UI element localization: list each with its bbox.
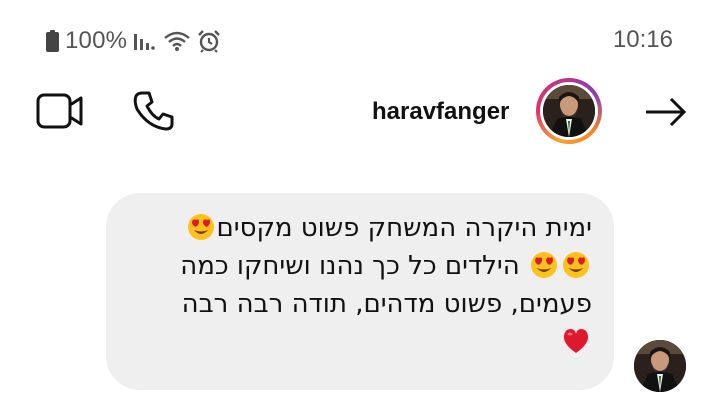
profile-photo <box>634 340 686 392</box>
phone-call-icon <box>133 91 174 131</box>
message-line-text: ימית היקרה המשחק פשוט מקסים <box>216 213 593 243</box>
battery-percent: 100% <box>65 27 128 54</box>
clock: 10:16 <box>612 26 673 53</box>
profile-photo <box>543 85 595 137</box>
video-call-button[interactable] <box>36 91 84 131</box>
red-heart-emoji <box>563 328 589 353</box>
message-bubble[interactable]: ימית היקרה המשחק פשוט מקסים הילדים כל כך… <box>106 193 614 390</box>
alarm-icon <box>197 29 221 53</box>
status-left: 100% <box>46 26 221 56</box>
message-line: פעמים, פשוט מדהים, תודה רבה רבה <box>122 285 592 323</box>
message-line: ימית היקרה המשחק פשוט מקסים <box>122 209 592 247</box>
battery-icon <box>46 30 59 52</box>
status-bar: 100% 10:16 <box>0 0 713 80</box>
heart-eyes-emoji <box>187 213 214 240</box>
signal-icon <box>133 30 157 52</box>
message-line-text: הילדים כל כך נהנו ושיחקו כמה <box>180 251 520 281</box>
chat-header: haravfanger <box>0 74 713 154</box>
video-call-icon <box>36 93 83 129</box>
arrow-right-icon <box>646 97 687 127</box>
heart-eyes-emoji <box>563 251 589 278</box>
heart-eyes-emoji <box>531 251 557 278</box>
message-line-text: פעמים, פשוט מדהים, תודה רבה רבה <box>181 289 592 319</box>
back-button[interactable] <box>640 92 690 132</box>
phone-call-button[interactable] <box>132 89 176 133</box>
message-text: ימית היקרה המשחק פשוט מקסים הילדים כל כך… <box>122 209 592 361</box>
sender-avatar[interactable] <box>634 340 686 392</box>
chat-username[interactable]: haravfanger <box>372 98 509 126</box>
wifi-icon <box>163 30 191 52</box>
avatar[interactable] <box>536 78 602 144</box>
message-line: הילדים כל כך נהנו ושיחקו כמה <box>122 247 592 285</box>
message-line <box>122 323 592 361</box>
